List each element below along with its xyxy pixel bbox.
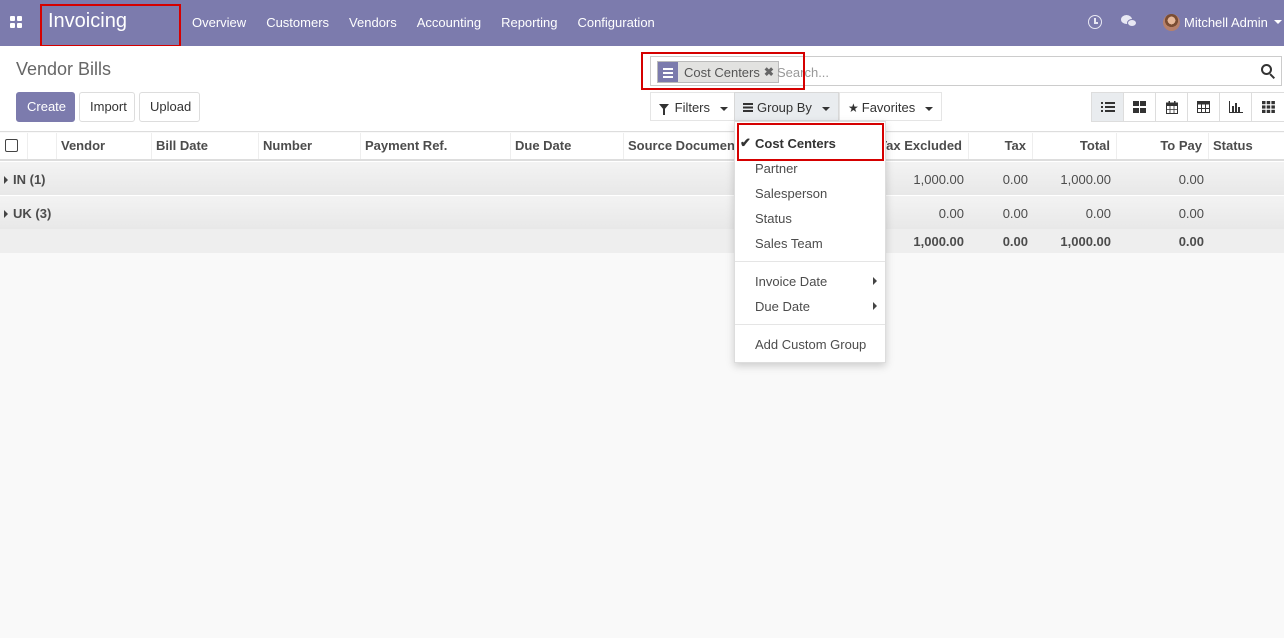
group-by-partner[interactable]: Partner [755,161,798,176]
column-number[interactable]: Number [258,133,360,159]
group-name: UK (3) [4,206,51,221]
group-tax: 0.00 [1002,206,1028,221]
menu-configuration[interactable]: Configuration [567,0,664,46]
top-navbar: Invoicing Overview Customers Vendors Acc… [0,0,1284,46]
menu-reporting[interactable]: Reporting [491,0,567,46]
add-custom-group[interactable]: Add Custom Group [755,337,866,352]
calendar-icon [1165,100,1178,114]
total-total: 1,000.00 [1060,234,1111,249]
column-due-date[interactable]: Due Date [510,133,623,159]
group-total: 1,000.00 [1060,172,1111,187]
total-tax: 0.00 [1002,234,1028,249]
group-to-pay: 0.00 [1178,172,1204,187]
table-header: Vendor Bill Date Number Payment Ref. Due… [0,133,1284,161]
chat-icon[interactable] [1121,15,1137,29]
column-vendor[interactable]: Vendor [56,133,151,159]
highlight-box-cost-centers [737,123,884,161]
list-icon [1100,102,1115,112]
table-icon [1197,101,1210,113]
divider [735,324,885,325]
avatar[interactable] [1163,14,1180,31]
column-status[interactable]: Status [1208,133,1284,159]
menu-overview[interactable]: Overview [182,0,256,46]
favorites-button[interactable]: ★ Favorites [839,92,942,121]
select-all-checkbox[interactable] [5,139,18,152]
kanban-view-button[interactable] [1124,93,1156,121]
search-input[interactable] [777,61,1247,83]
caret-right-icon [873,302,877,310]
list-view-button[interactable] [1092,93,1124,121]
menu-customers[interactable]: Customers [256,0,339,46]
chevron-down-icon [924,106,933,111]
group-by-sales-team[interactable]: Sales Team [755,236,823,251]
highlight-box-facet [641,52,805,90]
menu-vendors[interactable]: Vendors [339,0,407,46]
apps-grid-icon[interactable] [10,16,22,28]
user-caret-icon [1274,20,1282,24]
calendar-view-button[interactable] [1156,93,1188,121]
caret-right-icon [4,176,8,184]
import-button[interactable]: Import [79,92,135,122]
column-payment-ref[interactable]: Payment Ref. [360,133,510,159]
filters-button[interactable]: Filters [650,92,737,121]
upload-button[interactable]: Upload [139,92,200,122]
user-menu[interactable]: Mitchell Admin [1184,15,1268,30]
group-total: 0.00 [1085,206,1111,221]
column-to-pay[interactable]: To Pay [1116,133,1208,159]
group-label: UK (3) [13,206,52,221]
view-switcher [1091,92,1284,122]
caret-right-icon [873,277,877,285]
column-total[interactable]: Total [1032,133,1116,159]
group-by-button[interactable]: Group By [734,92,839,121]
column-bill-date[interactable]: Bill Date [151,133,258,159]
activity-clock-icon[interactable] [1088,15,1102,29]
filters-label: Filters [674,100,711,115]
vendor-bills-table: Vendor Bill Date Number Payment Ref. Due… [0,133,1284,253]
column-spacer [27,133,56,159]
group-row[interactable]: UK (3) 0.00 0.00 0.00 0.00 [0,195,1284,229]
totals-row: 1,000.00 0.00 1,000.00 0.00 [0,229,1284,253]
caret-right-icon [4,210,8,218]
kanban-icon [1133,101,1146,113]
group-name: IN (1) [4,172,46,187]
page-title: Vendor Bills [16,59,112,79]
group-row[interactable]: IN (1) 1,000.00 0.00 1,000.00 0.00 [0,161,1284,195]
total-to-pay: 0.00 [1178,234,1204,249]
group-to-pay: 0.00 [1178,206,1204,221]
chevron-down-icon [821,106,830,111]
bar-chart-icon [1228,101,1243,113]
search-icon[interactable] [1261,64,1275,78]
pivot-view-button[interactable] [1188,93,1220,121]
filter-icon [659,104,669,116]
group-label: IN (1) [13,172,46,187]
chevron-down-icon [719,106,728,111]
group-by-due-date[interactable]: Due Date [755,299,810,314]
bars-icon [743,102,753,112]
group-by-status[interactable]: Status [755,211,792,226]
group-by-salesperson[interactable]: Salesperson [755,186,827,201]
create-button[interactable]: Create [16,92,75,122]
favorites-label: Favorites [861,100,916,115]
group-by-invoice-date[interactable]: Invoice Date [755,274,827,289]
highlight-box-brand [40,4,181,47]
group-tax: 0.00 [1002,172,1028,187]
graph-view-button[interactable] [1220,93,1252,121]
main-menu: Overview Customers Vendors Accounting Re… [182,0,665,46]
grid-icon [1261,101,1275,113]
column-tax[interactable]: Tax [968,133,1032,159]
grid-view-button[interactable] [1252,93,1284,121]
group-by-label: Group By [757,100,812,115]
divider [735,261,885,262]
menu-accounting[interactable]: Accounting [407,0,491,46]
star-icon: ★ [848,101,859,115]
